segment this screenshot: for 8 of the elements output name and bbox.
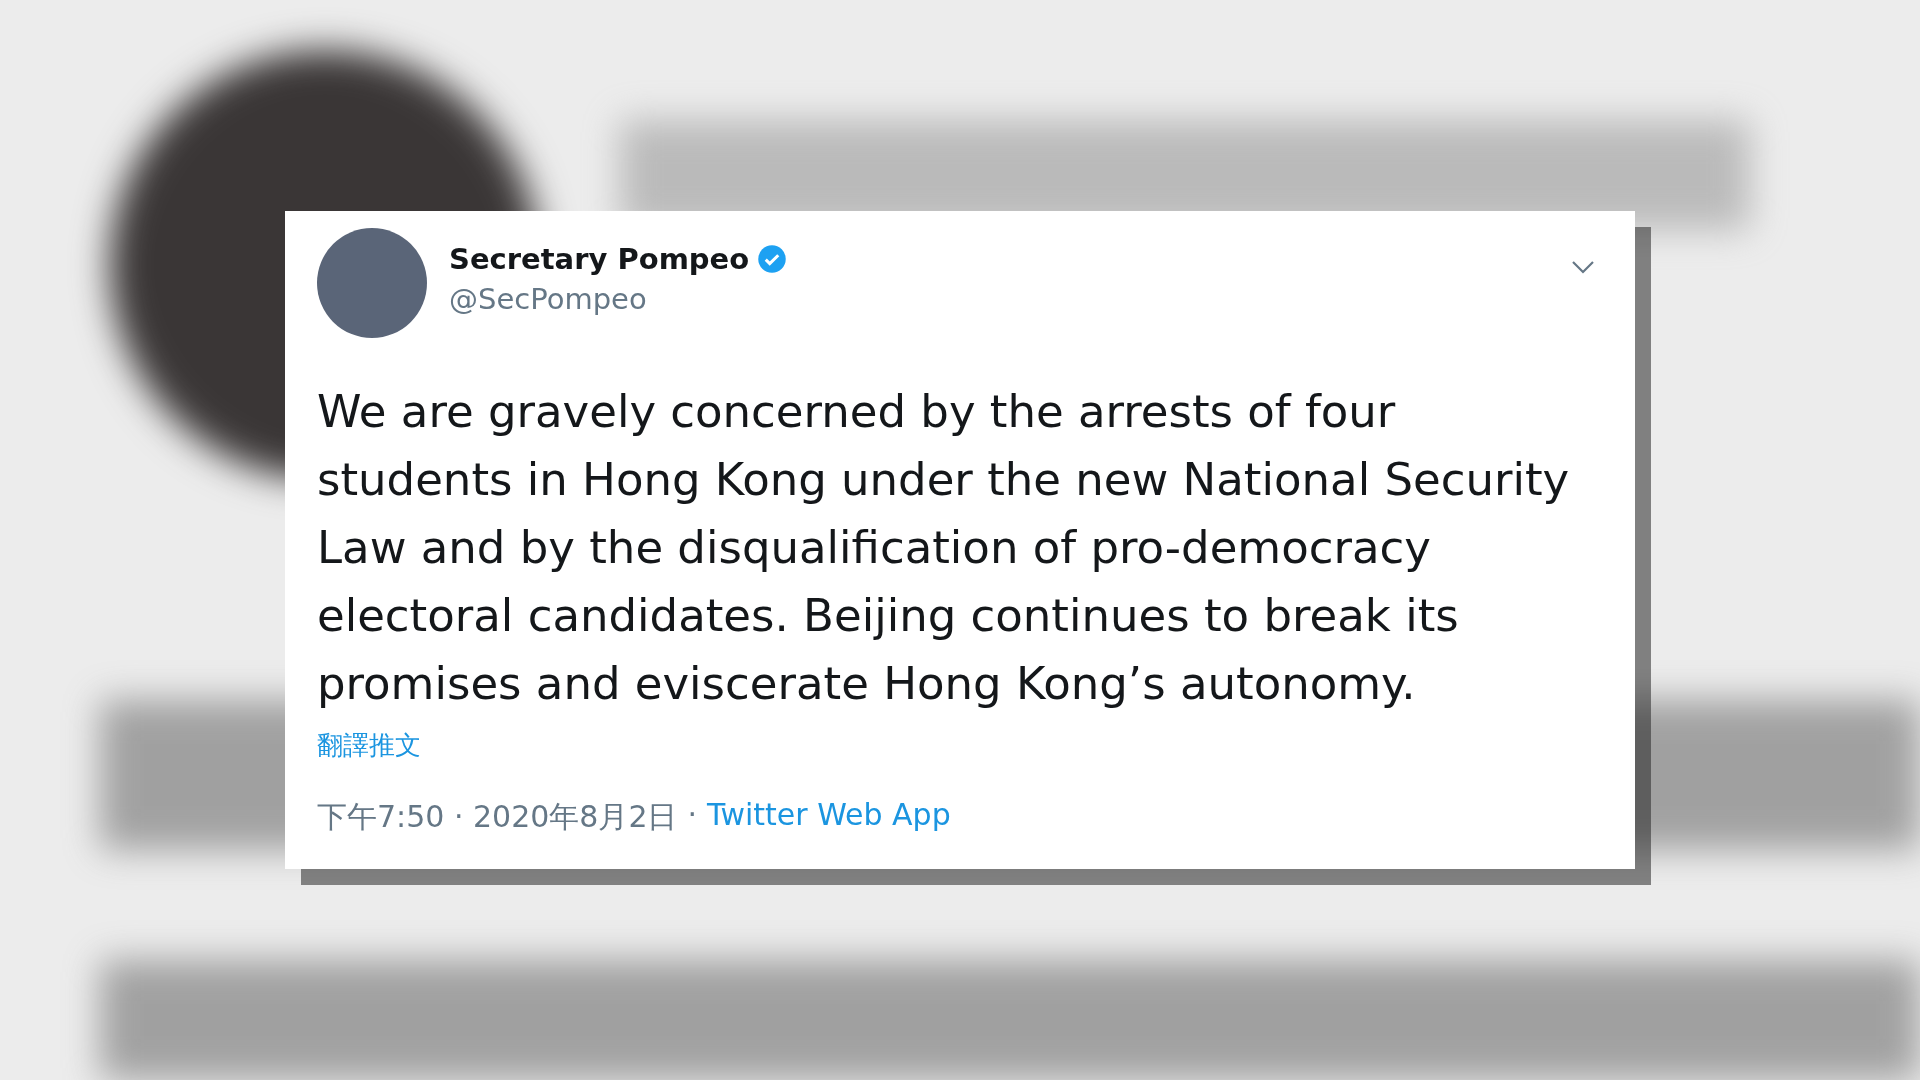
source-link[interactable]: Twitter Web App bbox=[707, 797, 951, 838]
separator-dot: · bbox=[687, 797, 698, 834]
timestamp[interactable]: 下午7:50 · 2020年8月2日 bbox=[317, 797, 678, 838]
translate-link[interactable]: 翻譯推文 bbox=[317, 728, 421, 763]
user-name[interactable]: Secretary Pompeo bbox=[449, 242, 750, 276]
user-handle[interactable]: @SecPompeo bbox=[449, 282, 1549, 316]
chevron-down-icon[interactable] bbox=[1571, 260, 1595, 274]
tweet-text: We are gravely concerned by the arrests of four students in Hong Kong under the new National Security Law and by the disqualification of pro-democracy electoral candidates. Beijing continues to break its promises and eviscerate Hong Kong’s autonomy. bbox=[317, 384, 1571, 712]
